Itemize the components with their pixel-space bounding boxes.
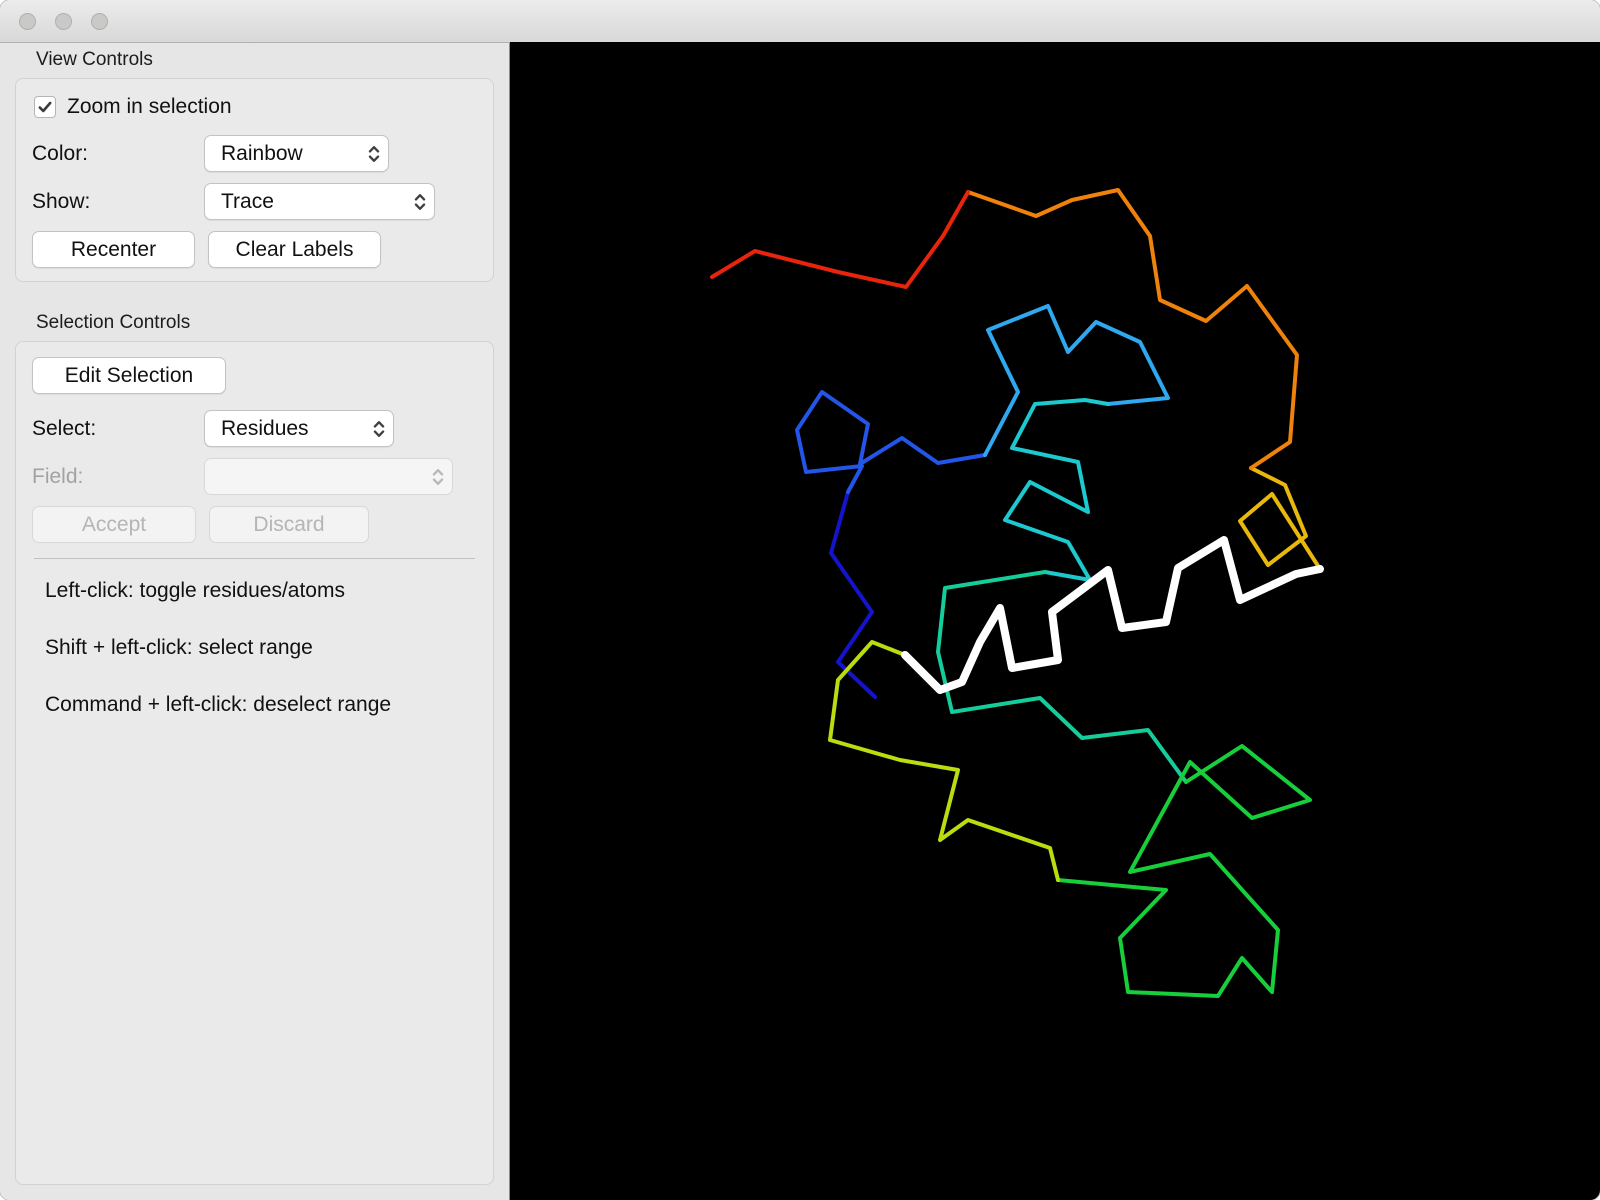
edit-selection-button[interactable]: Edit Selection — [32, 357, 226, 394]
selection-controls-title: Selection Controls — [36, 312, 191, 333]
select-label: Select: — [32, 416, 97, 440]
clear-labels-button[interactable]: Clear Labels — [208, 231, 381, 268]
protein-trace — [710, 188, 1324, 998]
recenter-button[interactable]: Recenter — [32, 231, 195, 268]
edit-selection-row: Edit Selection — [32, 357, 477, 394]
help-line-toggle: Left-click: toggle residues/atoms — [45, 579, 345, 602]
molecule-viewport[interactable] — [510, 42, 1600, 1200]
show-label: Show: — [32, 189, 91, 213]
chevron-up-down-icon — [367, 143, 381, 165]
trace-segment-white-selection — [901, 536, 1324, 694]
trace-segment-dark-blue — [829, 490, 877, 699]
app-window: View Controls Zoom in selection Color: R… — [0, 0, 1600, 1200]
zoom-selection-checkbox[interactable] — [34, 96, 56, 118]
discard-button[interactable]: Discard — [209, 506, 369, 543]
trace-segment-blue — [795, 390, 987, 494]
select-dropdown[interactable]: Residues — [204, 410, 394, 447]
chevron-up-down-icon — [413, 191, 427, 213]
zoom-window-button[interactable] — [91, 12, 108, 30]
color-dropdown[interactable]: Rainbow — [204, 135, 389, 172]
help-line-deselect-range: Command + left-click: deselect range — [45, 693, 392, 716]
color-row: Color: Rainbow — [32, 135, 477, 172]
show-dropdown-value: Trace — [221, 189, 274, 213]
field-label: Field: — [32, 464, 84, 488]
minimize-button[interactable] — [55, 12, 72, 30]
traffic-lights — [0, 12, 108, 30]
view-controls-title: View Controls — [36, 49, 153, 70]
chevron-up-down-icon — [431, 466, 445, 488]
field-row: Field: — [32, 458, 477, 495]
help-line-select-range: Shift + left-click: select range — [45, 636, 313, 659]
color-dropdown-value: Rainbow — [221, 141, 303, 165]
close-button[interactable] — [19, 12, 36, 30]
field-dropdown[interactable] — [204, 458, 453, 495]
select-row: Select: Residues — [32, 410, 477, 447]
view-controls-group: Zoom in selection Color: Rainbow Show: T… — [15, 78, 494, 282]
trace-segment-light-blue — [983, 304, 1170, 457]
chevron-up-down-icon — [372, 418, 386, 440]
trace-segment-gold — [1238, 466, 1322, 571]
checkmark-icon — [37, 99, 53, 115]
accept-button[interactable]: Accept — [32, 506, 196, 543]
show-dropdown[interactable]: Trace — [204, 183, 435, 220]
select-dropdown-value: Residues — [221, 416, 309, 440]
zoom-selection-row: Zoom in selection — [34, 95, 477, 119]
trace-segment-orange — [966, 188, 1299, 470]
selection-controls-group: Edit Selection Select: Residues Field: A… — [15, 341, 494, 1185]
sidebar: View Controls Zoom in selection Color: R… — [0, 43, 510, 1200]
color-label: Color: — [32, 141, 89, 165]
zoom-selection-label: Zoom in selection — [67, 95, 232, 118]
view-buttons-row: Recenter Clear Labels — [32, 231, 477, 268]
accept-discard-row: Accept Discard — [32, 506, 477, 543]
trace-segment-cyan — [1003, 398, 1110, 582]
divider — [34, 558, 475, 559]
trace-segment-green — [1056, 744, 1312, 998]
titlebar — [0, 0, 1600, 43]
show-row: Show: Trace — [32, 183, 477, 220]
trace-segment-red — [710, 190, 970, 289]
